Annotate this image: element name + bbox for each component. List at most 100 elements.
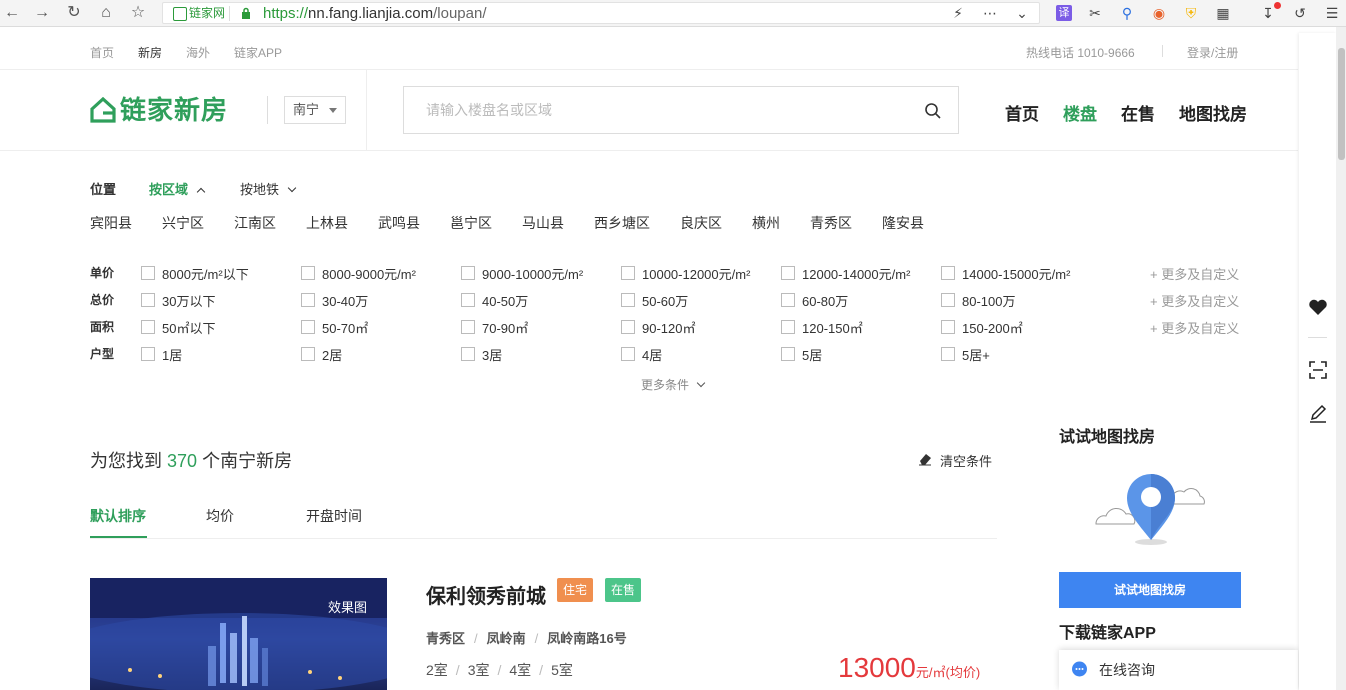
scrollbar-thumb[interactable] xyxy=(1338,48,1345,160)
online-consult-button[interactable]: 在线咨询 xyxy=(1059,650,1298,690)
district-item[interactable]: 上林县 xyxy=(306,213,348,233)
filter-checkbox[interactable]: 50-60万 xyxy=(621,291,688,310)
listing-rooms: 2室/3室/4室/5室 xyxy=(426,662,573,678)
filter-checkbox[interactable]: 1居 xyxy=(141,345,182,364)
filter-checkbox[interactable]: 40-50万 xyxy=(461,291,528,310)
city-selector[interactable]: 南宁 xyxy=(284,96,346,124)
divider xyxy=(366,70,367,151)
chat-icon xyxy=(1072,661,1087,677)
address-district[interactable]: 青秀区 xyxy=(426,631,465,646)
more-custom-link[interactable]: + 更多及自定义 xyxy=(1150,264,1239,283)
back-icon[interactable]: ← xyxy=(2,4,22,22)
more-dots-icon[interactable]: ⋯ xyxy=(981,4,999,22)
tab-by-subway[interactable]: 按地铁 xyxy=(240,179,296,198)
reload-icon[interactable]: ↻ xyxy=(64,4,84,22)
district-item[interactable]: 马山县 xyxy=(522,213,564,233)
heart-icon[interactable] xyxy=(1308,297,1328,317)
filter-checkbox[interactable]: 30-40万 xyxy=(301,291,368,310)
nav-home[interactable]: 首页 xyxy=(1005,100,1039,125)
filter-checkbox[interactable]: 4居 xyxy=(621,345,662,364)
filter-checkbox[interactable]: 50-70㎡ xyxy=(301,318,368,337)
filter-checkbox[interactable]: 90-120㎡ xyxy=(621,318,695,337)
filter-checkbox[interactable]: 70-90㎡ xyxy=(461,318,528,337)
filter-checkbox[interactable]: 8000元/m²以下 xyxy=(141,264,249,283)
site-badge: 链家网 xyxy=(171,6,231,21)
top-nav: 首页 新房 海外 链家APP 热线电话 1010-9666 登录/注册 xyxy=(0,33,1298,70)
filter-checkbox[interactable]: 60-80万 xyxy=(781,291,848,310)
filter-label: 面积 xyxy=(90,320,115,334)
district-item[interactable]: 横州 xyxy=(752,213,780,233)
divider xyxy=(1308,337,1327,338)
bookmark-star-icon[interactable]: ☆ xyxy=(128,4,148,22)
filter-checkbox[interactable]: 5居 xyxy=(781,345,822,364)
browser-toolbar: ← → ↻ ⌂ ☆ 链家网 https://nn.fang.lianjia.co… xyxy=(0,0,1346,27)
district-item[interactable]: 兴宁区 xyxy=(162,213,204,233)
topnav-new-homes[interactable]: 新房 xyxy=(138,44,162,61)
address-area[interactable]: 凤岭南 xyxy=(487,631,526,646)
undo-icon[interactable]: ↺ xyxy=(1291,4,1309,22)
shield-icon[interactable]: ⛨ xyxy=(1182,4,1200,22)
login-link[interactable]: 登录/注册 xyxy=(1187,44,1238,61)
district-item[interactable]: 武鸣县 xyxy=(378,213,420,233)
search-icon[interactable] xyxy=(924,102,942,120)
city-night-render xyxy=(90,578,387,690)
nav-map-search[interactable]: 地图找房 xyxy=(1179,100,1247,125)
search-box xyxy=(403,86,959,134)
scissors-icon[interactable]: ✂ xyxy=(1086,4,1104,22)
filter-checkbox[interactable]: 80-100万 xyxy=(941,291,1015,310)
more-custom-link[interactable]: + 更多及自定义 xyxy=(1150,318,1239,337)
nav-projects[interactable]: 楼盘 xyxy=(1063,100,1097,125)
more-conditions-button[interactable]: 更多条件 xyxy=(641,376,706,393)
menu-icon[interactable]: ☰ xyxy=(1323,4,1341,22)
district-item[interactable]: 隆安县 xyxy=(882,213,924,233)
listing-title[interactable]: 保利领秀前城 xyxy=(426,580,546,609)
map-search-button[interactable]: 试试地图找房 xyxy=(1059,572,1241,608)
filter-checkbox[interactable]: 30万以下 xyxy=(141,291,215,310)
lightning-icon[interactable]: ⚡ xyxy=(949,4,967,22)
district-item[interactable]: 宾阳县 xyxy=(90,213,132,233)
district-item[interactable]: 江南区 xyxy=(234,213,276,233)
divider xyxy=(1162,45,1163,57)
filter-checkbox[interactable]: 2居 xyxy=(301,345,342,364)
edit-pen-icon[interactable] xyxy=(1308,403,1328,423)
nav-on-sale[interactable]: 在售 xyxy=(1121,100,1155,125)
filter-checkbox[interactable]: 120-150㎡ xyxy=(781,318,863,337)
filter-checkbox[interactable]: 150-200㎡ xyxy=(941,318,1023,337)
search-extension-icon[interactable]: ⚲ xyxy=(1118,4,1136,22)
forward-icon[interactable]: → xyxy=(32,4,52,22)
filter-label: 户型 xyxy=(90,347,115,361)
search-input[interactable] xyxy=(404,87,904,133)
district-item[interactable]: 西乡塘区 xyxy=(594,213,650,233)
filter-checkbox[interactable]: 10000-12000元/m² xyxy=(621,264,750,283)
filter-checkbox[interactable]: 3居 xyxy=(461,345,502,364)
district-item[interactable]: 青秀区 xyxy=(810,213,852,233)
map-pin-illustration xyxy=(1095,474,1205,545)
filter-checkbox[interactable]: 5居+ xyxy=(941,345,990,364)
chevron-down-icon[interactable]: ⌄ xyxy=(1013,4,1031,22)
topnav-app[interactable]: 链家APP xyxy=(234,44,282,61)
filter-checkbox[interactable]: 8000-9000元/m² xyxy=(301,264,416,283)
filter-checkbox[interactable]: 12000-14000元/m² xyxy=(781,264,910,283)
tag-on-sale: 在售 xyxy=(605,578,642,602)
sort-avg-price[interactable]: 均价 xyxy=(206,506,234,526)
scan-icon[interactable] xyxy=(1308,360,1328,380)
clear-filters-button[interactable]: 清空条件 xyxy=(918,451,992,470)
more-custom-link[interactable]: + 更多及自定义 xyxy=(1150,291,1239,310)
game-extension-icon[interactable]: ◉ xyxy=(1150,4,1168,22)
sort-open-time[interactable]: 开盘时间 xyxy=(306,506,362,526)
address-bar[interactable]: 链家网 https://nn.fang.lianjia.com/loupan/ xyxy=(162,2,1040,24)
filter-label: 单价 xyxy=(90,266,115,280)
apps-grid-icon[interactable]: ▦ xyxy=(1214,4,1232,22)
topnav-home[interactable]: 首页 xyxy=(90,44,114,61)
district-item[interactable]: 良庆区 xyxy=(680,213,722,233)
sort-default[interactable]: 默认排序 xyxy=(90,506,146,526)
tab-by-district[interactable]: 按区域 xyxy=(149,179,205,198)
translate-icon[interactable]: 译 xyxy=(1056,5,1072,21)
filter-checkbox[interactable]: 50㎡以下 xyxy=(141,318,215,337)
listing-image[interactable]: 效果图 xyxy=(90,578,387,690)
filter-checkbox[interactable]: 9000-10000元/m² xyxy=(461,264,583,283)
topnav-overseas[interactable]: 海外 xyxy=(186,44,210,61)
filter-checkbox[interactable]: 14000-15000元/m² xyxy=(941,264,1070,283)
district-item[interactable]: 邕宁区 xyxy=(450,213,492,233)
home-icon[interactable]: ⌂ xyxy=(96,4,116,22)
